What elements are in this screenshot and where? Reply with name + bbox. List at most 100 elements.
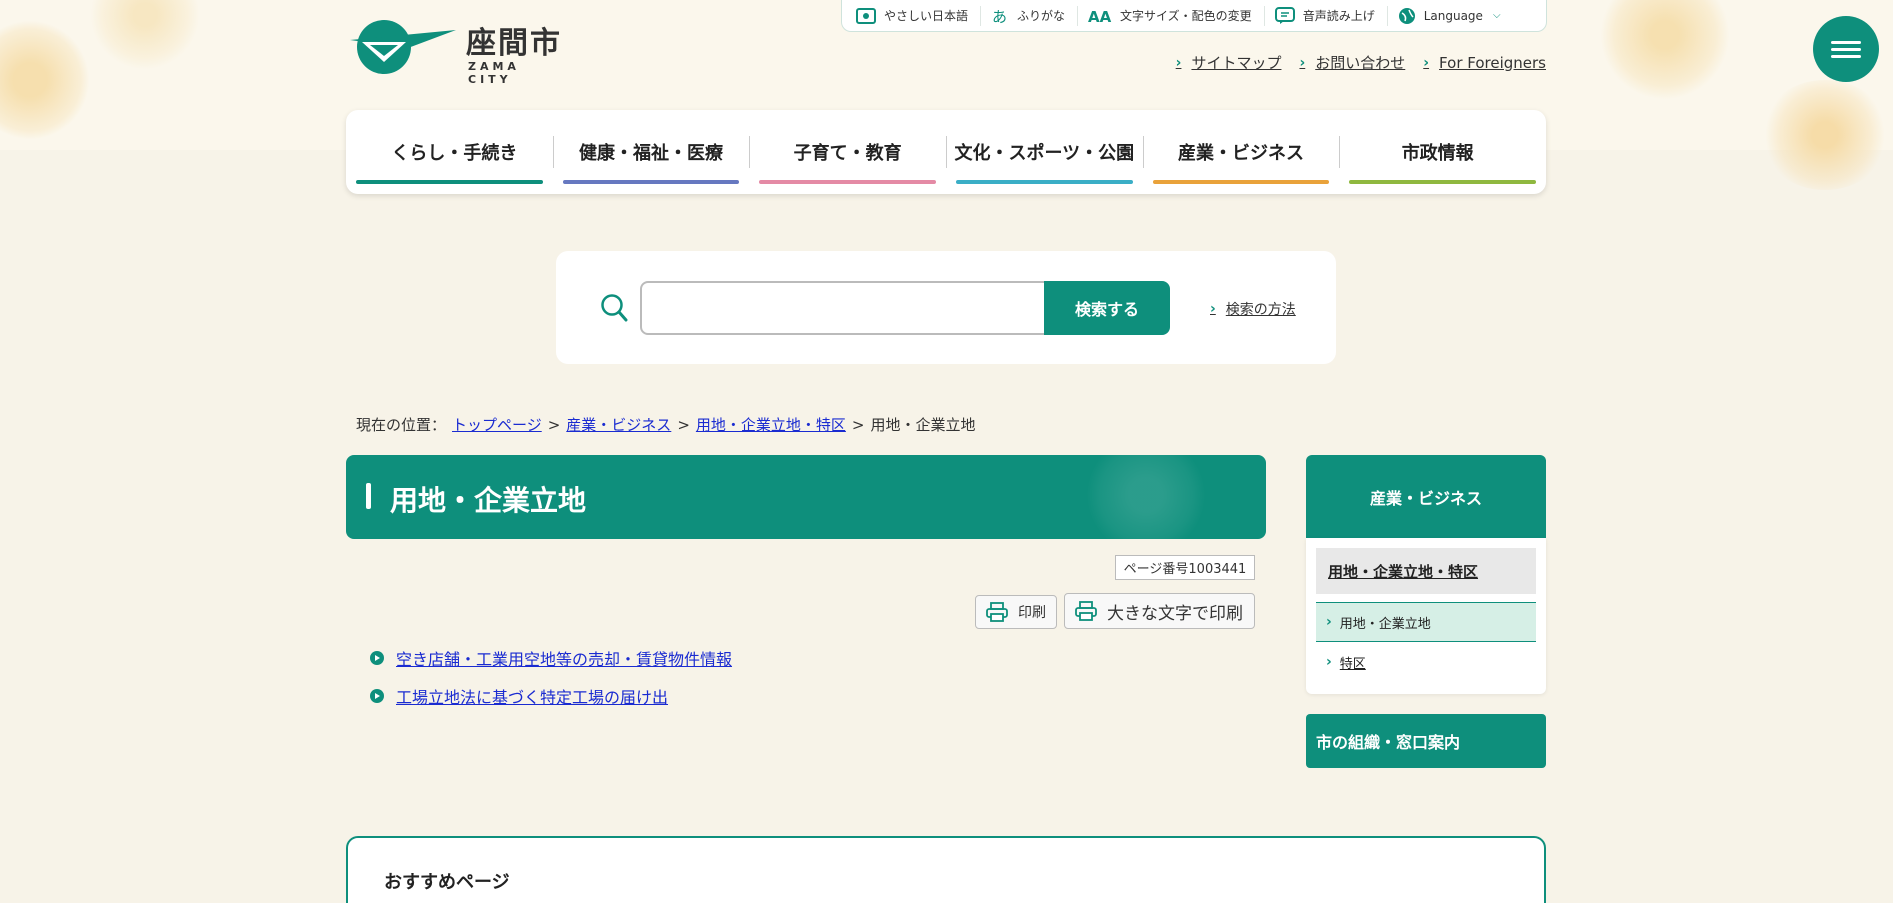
chevron-right-icon: › — [1326, 614, 1332, 630]
furigana-button[interactable]: あ ふりがな — [991, 5, 1079, 26]
city-emblem-icon — [350, 20, 456, 74]
breadcrumb-separator: > — [677, 415, 690, 434]
easy-japanese-button[interactable]: やさしい日本語 — [856, 5, 982, 26]
nav-label: 市政情報 — [1401, 143, 1474, 164]
chevron-down-icon: ⌵ — [1492, 10, 1501, 21]
search-button[interactable]: 検索する — [1044, 281, 1170, 335]
text-size-button[interactable]: AA 文字サイズ・配色の変更 — [1088, 5, 1265, 26]
sidebar: 産業・ビジネス 用地・企業立地・特区 › 用地・企業立地 › 特区 市の組織・窓… — [1306, 455, 1546, 768]
bullet-arrow-icon — [370, 689, 384, 703]
nav-color-bar — [562, 180, 740, 184]
breadcrumb-current: 用地・企業立地 — [870, 416, 976, 434]
breadcrumb-link-business[interactable]: 産業・ビジネス — [566, 414, 671, 435]
breadcrumb-link-land[interactable]: 用地・企業立地・特区 — [696, 414, 846, 435]
printer-icon — [1075, 601, 1097, 621]
search-icon — [601, 294, 628, 322]
site-logo[interactable]: 座間市 ZAMA CITY — [348, 18, 568, 86]
content-link[interactable]: 空き店舗・工業用空地等の売却・賃貸物件情報 — [396, 646, 732, 670]
sitemap-link[interactable]: › サイトマップ — [1176, 52, 1282, 73]
furigana-label: ふりがな — [1017, 9, 1066, 23]
easy-japanese-icon — [856, 7, 876, 24]
hamburger-menu-button[interactable] — [1813, 16, 1879, 82]
nav-color-bar — [1152, 180, 1330, 184]
sidebar-menu: 用地・企業立地・特区 › 用地・企業立地 › 特区 — [1306, 538, 1546, 694]
sidebar-section-link[interactable]: 用地・企業立地・特区 — [1316, 548, 1536, 594]
nav-item-living[interactable]: くらし・手続き — [356, 110, 553, 194]
top-links: › サイトマップ › お問い合わせ › For Foreigners — [1176, 52, 1546, 73]
breadcrumb-prefix: 現在の位置： — [356, 416, 447, 434]
printer-icon — [986, 602, 1008, 622]
contact-link-label: お問い合わせ — [1315, 54, 1406, 72]
hamburger-icon — [1831, 37, 1861, 62]
city-name: 座間市 — [466, 26, 562, 61]
nav-label: 文化・スポーツ・公園 — [954, 143, 1135, 164]
search-help-link[interactable]: › 検索の方法 — [1210, 299, 1296, 319]
sidebar-item-tokku[interactable]: › 特区 — [1316, 642, 1536, 682]
page-heading: 用地・企業立地 — [346, 455, 1266, 539]
sidebar-item-current[interactable]: › 用地・企業立地 — [1316, 602, 1536, 642]
breadcrumb-link-top[interactable]: トップページ — [452, 414, 542, 435]
text-size-icon: AA — [1088, 8, 1112, 24]
easy-japanese-label: やさしい日本語 — [884, 9, 969, 23]
nav-item-childcare[interactable]: 子育て・教育 — [749, 110, 946, 194]
speech-icon — [1274, 6, 1295, 24]
breadcrumb: 現在の位置： トップページ > 産業・ビジネス > 用地・企業立地・特区 > 用… — [356, 414, 976, 435]
nav-label: 健康・福祉・医療 — [579, 143, 723, 164]
nav-item-business[interactable]: 産業・ビジネス — [1142, 110, 1340, 194]
sidebar-item-label: 用地・企業立地 — [1339, 616, 1431, 632]
text-size-label: 文字サイズ・配色の変更 — [1120, 9, 1252, 23]
svg-text:あ: あ — [992, 8, 1007, 24]
nav-label: 子育て・教育 — [793, 143, 902, 164]
sidebar-item-label: 特区 — [1339, 656, 1366, 672]
contact-link[interactable]: › お問い合わせ — [1299, 52, 1405, 73]
print-large-label: 大きな文字で印刷 — [1107, 603, 1243, 624]
foreigners-link-label: For Foreigners — [1439, 53, 1546, 72]
nav-item-cityinfo[interactable]: 市政情報 — [1339, 110, 1537, 194]
foreigners-link[interactable]: › For Foreigners — [1423, 52, 1546, 73]
recommended-pages: おすすめページ — [346, 836, 1546, 903]
page-number: ページ番号1003441 — [1115, 555, 1255, 580]
nav-label: 産業・ビジネス — [1178, 143, 1305, 164]
nav-item-culture[interactable]: 文化・スポーツ・公園 — [946, 110, 1143, 194]
list-item: 空き店舗・工業用空地等の売却・賃貸物件情報 — [370, 646, 732, 670]
print-button[interactable]: 印刷 — [975, 595, 1057, 629]
content-link-list: 空き店舗・工業用空地等の売却・賃貸物件情報 工場立地法に基づく特定工場の届け出 — [370, 646, 732, 722]
nav-color-bar — [1349, 180, 1537, 184]
content-link[interactable]: 工場立地法に基づく特定工場の届け出 — [396, 684, 668, 708]
nav-color-bar — [356, 180, 543, 184]
search-panel: 検索する › 検索の方法 — [556, 251, 1336, 364]
furigana-icon: あ — [992, 8, 1007, 24]
list-item: 工場立地法に基づく特定工場の届け出 — [370, 684, 732, 708]
speech-label: 音声読み上げ — [1302, 9, 1375, 23]
chevron-right-icon: › — [1326, 654, 1332, 670]
breadcrumb-separator: > — [547, 415, 561, 434]
print-large-button[interactable]: 大きな文字で印刷 — [1064, 593, 1255, 629]
nav-label: くらし・手続き — [391, 143, 518, 164]
breadcrumb-separator: > — [851, 415, 865, 434]
sitemap-link-label: サイトマップ — [1191, 54, 1282, 72]
sidebar-heading[interactable]: 産業・ビジネス — [1306, 455, 1546, 538]
nav-item-health[interactable]: 健康・福祉・医療 — [552, 110, 750, 194]
page-title: 用地・企業立地 — [390, 484, 587, 517]
utility-bar: やさしい日本語 あ ふりがな AA 文字サイズ・配色の変更 音声読み上げ Lan… — [841, 0, 1547, 32]
city-name-roman: ZAMA CITY — [468, 60, 520, 86]
print-label: 印刷 — [1018, 605, 1046, 621]
chevron-right-icon: › — [1299, 54, 1306, 71]
sidebar-org-link[interactable]: 市の組織・窓口案内 — [1306, 714, 1546, 768]
svg-text:AA: AA — [1088, 8, 1112, 24]
chevron-right-icon: › — [1423, 54, 1430, 71]
heading-accent — [366, 483, 371, 509]
nav-color-bar — [759, 180, 937, 184]
chevron-right-icon: › — [1210, 301, 1216, 317]
bullet-arrow-icon — [370, 651, 384, 665]
nav-color-bar — [956, 180, 1133, 184]
language-select[interactable]: Language ⌵ — [1398, 6, 1513, 26]
recommended-title: おすすめページ — [384, 872, 510, 893]
flower-decoration — [1086, 455, 1206, 539]
language-label: Language — [1423, 8, 1483, 23]
speech-button[interactable]: 音声読み上げ — [1274, 5, 1388, 26]
search-help-label: 検索の方法 — [1225, 302, 1296, 318]
search-input[interactable] — [640, 281, 1046, 335]
globe-icon — [1398, 7, 1415, 24]
chevron-right-icon: › — [1175, 54, 1182, 71]
